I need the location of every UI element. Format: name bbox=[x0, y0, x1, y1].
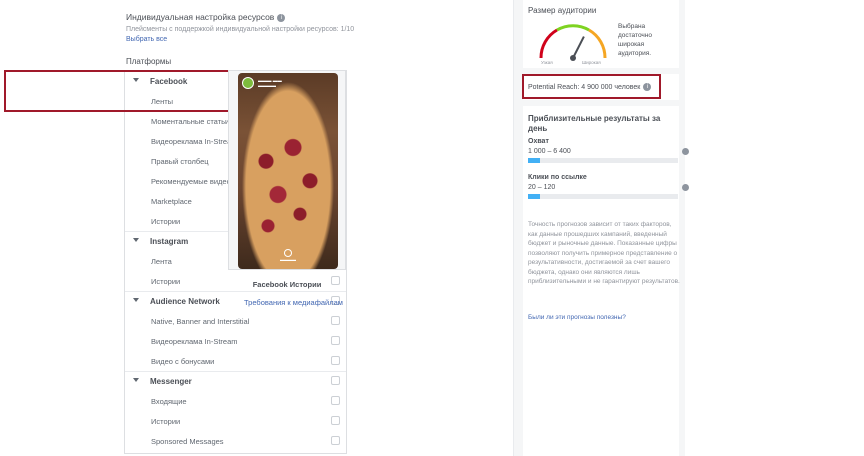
platform-group-label: Messenger bbox=[150, 377, 192, 386]
ad-preview: ▬▬▬ ▬▬ ▬▬▬▬ ▬▬▬▬ bbox=[228, 70, 346, 270]
placement-checkbox[interactable] bbox=[331, 316, 340, 325]
placement-label: Лента bbox=[151, 257, 172, 266]
brand-name: ▬▬▬ ▬▬ ▬▬▬▬ bbox=[258, 78, 282, 88]
placement-item[interactable]: Видео с бонусами bbox=[125, 351, 346, 371]
placement-label: Sponsored Messages bbox=[151, 437, 224, 446]
placement-item[interactable]: Видеореклама In-Stream bbox=[125, 331, 346, 351]
right-panel: Размер аудитории Узкая Широкая Выбрана д… bbox=[513, 0, 689, 456]
audience-description: Выбрана достаточно широкая аудитория. bbox=[618, 23, 653, 57]
gauge-needle bbox=[572, 36, 585, 59]
placement-item[interactable]: Sponsored Messages bbox=[125, 431, 346, 451]
info-icon[interactable]: i bbox=[277, 13, 286, 22]
clicks-value: 20 – 120 bbox=[528, 184, 556, 191]
story-cta: ▬▬▬▬ bbox=[278, 249, 298, 262]
clicks-bar-fill bbox=[528, 194, 540, 199]
placement-checkbox[interactable] bbox=[331, 416, 340, 425]
placement-item[interactable]: Native, Banner and Interstitial bbox=[125, 311, 346, 331]
audience-title: Размер аудитории bbox=[528, 6, 597, 15]
media-requirements-link[interactable]: Требования к медиафайлам bbox=[244, 298, 343, 307]
collapse-arrow-icon[interactable] bbox=[133, 378, 139, 382]
arrow-up-icon bbox=[284, 249, 292, 257]
placement-checkbox[interactable] bbox=[331, 396, 340, 405]
clicks-label: Клики по ссылке bbox=[528, 174, 587, 181]
placement-checkbox[interactable] bbox=[331, 336, 340, 345]
placement-checkbox[interactable] bbox=[331, 356, 340, 365]
story-preview-image: ▬▬▬ ▬▬ ▬▬▬▬ ▬▬▬▬ bbox=[238, 73, 338, 269]
platform-group-label: Audience Network bbox=[150, 297, 220, 306]
collapse-arrow-icon[interactable] bbox=[133, 238, 139, 242]
resources-title: Индивидуальная настройка ресурсов i bbox=[126, 12, 286, 22]
placement-label: Видео с бонусами bbox=[151, 357, 215, 366]
facebook-highlight-box bbox=[4, 70, 230, 112]
preview-caption: Facebook Истории bbox=[252, 280, 322, 289]
platforms-title: Платформы bbox=[126, 57, 172, 66]
estimated-results-box: Приблизительные результаты за день Охват… bbox=[523, 106, 689, 456]
resources-title-text: Индивидуальная настройка ресурсов bbox=[126, 12, 275, 22]
story-header: ▬▬▬ ▬▬ ▬▬▬▬ bbox=[242, 77, 334, 91]
platform-group-label: Instagram bbox=[150, 237, 189, 246]
placement-label: Рекомендуемые видео bbox=[151, 177, 231, 186]
feedback-link[interactable]: Были ли эти прогнозы полезны? bbox=[528, 314, 626, 321]
resources-subtitle: Плейсменты с поддержкой индивидуальной н… bbox=[126, 26, 355, 33]
estimates-disclaimer: Точность прогнозов зависит от таких факт… bbox=[528, 221, 680, 285]
placement-label: Моментальные статьи bbox=[151, 117, 230, 126]
placement-label: Видеореклама In-Stream bbox=[151, 137, 238, 146]
info-icon[interactable] bbox=[682, 148, 689, 155]
narrow-label: Узкая bbox=[541, 60, 553, 65]
audience-size-box: Размер аудитории Узкая Широкая Выбрана д… bbox=[523, 0, 679, 68]
story-cta-text: ▬▬▬▬ bbox=[280, 257, 296, 262]
placement-item[interactable]: Истории bbox=[125, 411, 346, 431]
placement-label: Правый столбец bbox=[151, 157, 209, 166]
platform-group-messenger[interactable]: Messenger bbox=[125, 371, 346, 391]
clicks-bar bbox=[528, 194, 678, 199]
placement-label: Видеореклама In-Stream bbox=[151, 337, 238, 346]
placement-label: Истории bbox=[151, 217, 181, 226]
reach-bar-fill bbox=[528, 158, 540, 163]
placement-label: Истории bbox=[151, 277, 181, 286]
placement-label: Истории bbox=[151, 417, 181, 426]
collapse-arrow-icon[interactable] bbox=[133, 298, 139, 302]
reach-value: 1 000 – 6 400 bbox=[528, 148, 571, 155]
select-all-link[interactable]: Выбрать все bbox=[126, 36, 167, 43]
reach-label: Охват bbox=[528, 138, 549, 145]
brand-logo-icon bbox=[242, 77, 254, 89]
wide-label: Широкая bbox=[582, 60, 601, 65]
info-icon[interactable] bbox=[682, 184, 689, 191]
reach-highlight-box bbox=[522, 74, 661, 99]
platform-checkbox[interactable] bbox=[331, 376, 340, 385]
reach-bar bbox=[528, 158, 678, 163]
estimated-results-title: Приблизительные результаты за день bbox=[528, 114, 661, 133]
placement-checkbox[interactable] bbox=[331, 436, 340, 445]
placement-label: Marketplace bbox=[151, 197, 192, 206]
placement-label: Входящие bbox=[151, 397, 187, 406]
placement-item[interactable]: Входящие bbox=[125, 391, 346, 411]
placement-label: Native, Banner and Interstitial bbox=[151, 317, 250, 326]
audience-gauge bbox=[539, 24, 607, 61]
